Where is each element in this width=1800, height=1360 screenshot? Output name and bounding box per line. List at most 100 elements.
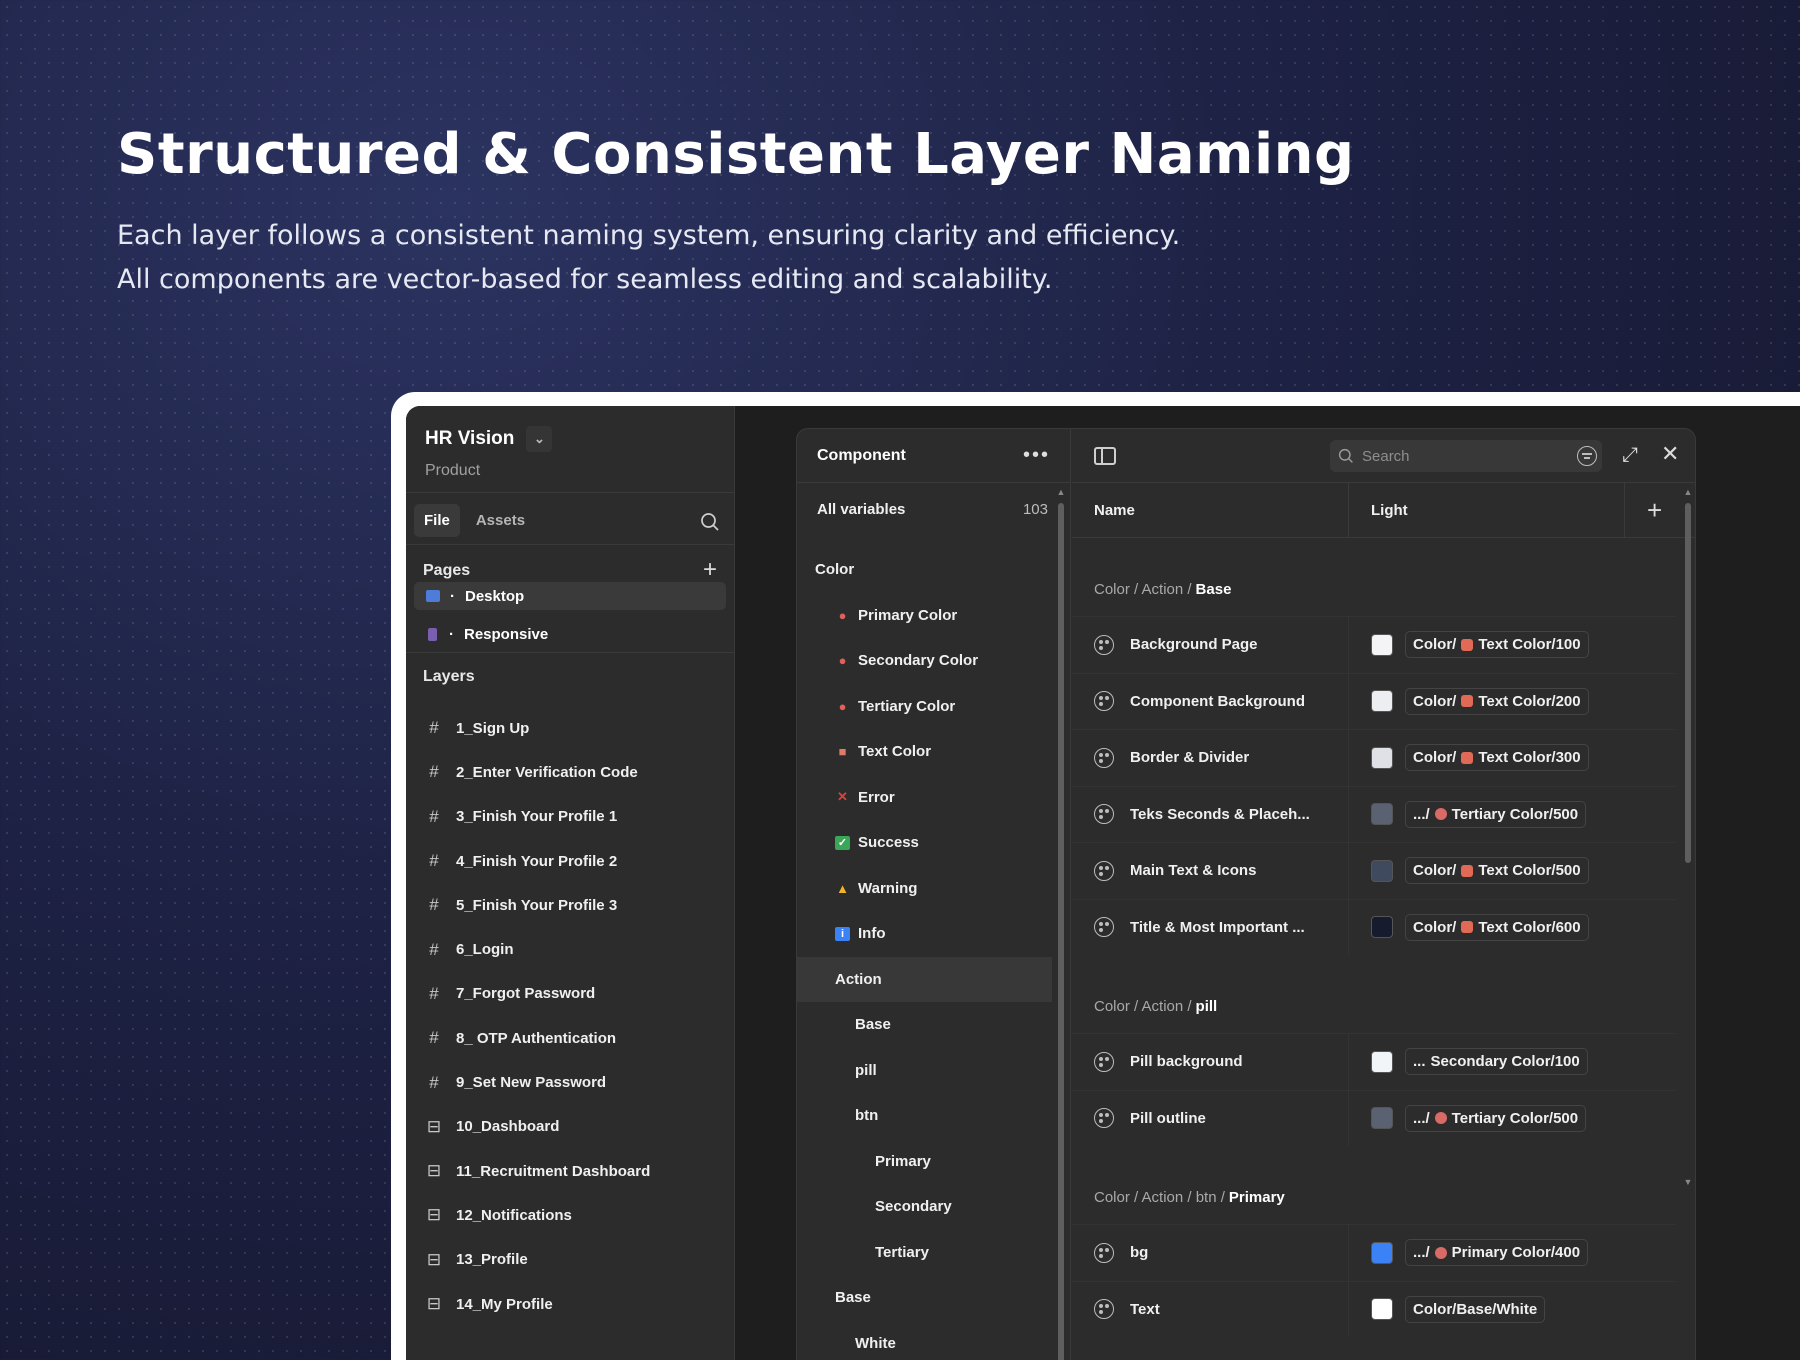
scrollbar-thumb[interactable]: [1685, 503, 1691, 863]
variable-row[interactable]: Pill outline .../ Tertiary Color/500: [1072, 1089, 1675, 1146]
chevron-down-icon[interactable]: ⌄: [526, 426, 553, 452]
close-icon[interactable]: ✕: [1661, 441, 1679, 467]
variable-name-cell[interactable]: Teks Seconds & Placeh...: [1094, 804, 1310, 825]
variable-group-item[interactable]: ▲ Warning: [797, 866, 1052, 912]
layer-item[interactable]: #8_ OTP Authentication: [406, 1016, 734, 1060]
variable-group-item[interactable]: Tertiary: [797, 1230, 1052, 1276]
variable-value-cell[interactable]: Color/ Text Color/300: [1371, 744, 1589, 772]
variable-group-item[interactable]: i Info: [797, 911, 1052, 957]
add-mode-icon[interactable]: +: [1647, 495, 1662, 526]
color-swatch[interactable]: [1371, 690, 1393, 713]
variable-value-cell[interactable]: .../ Primary Color/400: [1371, 1239, 1589, 1267]
variable-row[interactable]: Text Color/Base/White: [1072, 1280, 1675, 1337]
layer-item[interactable]: #5_Finish Your Profile 3: [406, 883, 734, 927]
alias-pill[interactable]: Color/ Text Color/500: [1405, 857, 1589, 885]
table-scrollbar[interactable]: ▲ ▼: [1683, 487, 1693, 1360]
color-swatch[interactable]: [1371, 1298, 1393, 1321]
variable-group-item[interactable]: Color: [797, 547, 1052, 593]
layer-item[interactable]: ⊟ 14_My Profile: [406, 1282, 734, 1326]
expand-icon[interactable]: ⤢: [1622, 444, 1638, 467]
variable-group-item[interactable]: Primary: [797, 1139, 1052, 1185]
alias-pill[interactable]: ... Secondary Color/100: [1405, 1048, 1588, 1076]
layer-item[interactable]: #1_Sign Up: [406, 706, 734, 750]
variable-group-item[interactable]: ✕ Error: [797, 775, 1052, 821]
variable-group-item[interactable]: White: [797, 1321, 1052, 1360]
layer-item[interactable]: ⊟ 13_Profile: [406, 1238, 734, 1282]
variable-row[interactable]: Component Background Color/ Text Color/20…: [1072, 672, 1675, 729]
variable-row[interactable]: Pill background ... Secondary Color/100: [1072, 1033, 1675, 1090]
alias-pill[interactable]: Color/Base/White: [1405, 1295, 1546, 1323]
layer-item[interactable]: ⊟ 12_Notifications: [406, 1193, 734, 1237]
variable-group-item[interactable]: ● Tertiary Color: [797, 684, 1052, 730]
color-swatch[interactable]: [1371, 1241, 1393, 1264]
variable-name-cell[interactable]: Pill outline: [1094, 1108, 1206, 1129]
layer-item[interactable]: ⊟ 11_Recruitment Dashboard: [406, 1149, 734, 1193]
layer-item[interactable]: ⊟ 10_Dashboard: [406, 1105, 734, 1149]
variable-row[interactable]: Title & Most Important ... Color/ Text Co…: [1072, 898, 1675, 955]
variable-value-cell[interactable]: ... Secondary Color/100: [1371, 1048, 1588, 1076]
page-item[interactable]: · Responsive: [414, 620, 726, 648]
filter-icon[interactable]: [1577, 446, 1597, 466]
layer-item[interactable]: #2_Enter Verification Code: [406, 750, 734, 794]
layer-item[interactable]: #9_Set New Password: [406, 1060, 734, 1104]
color-swatch[interactable]: [1371, 916, 1393, 939]
search-icon[interactable]: [700, 512, 720, 532]
groups-scrollbar[interactable]: ▲: [1056, 487, 1066, 1360]
scroll-down-icon[interactable]: ▼: [1683, 1177, 1693, 1187]
variable-name-cell[interactable]: Background Page: [1094, 634, 1258, 655]
variable-group-item[interactable]: pill: [797, 1048, 1052, 1094]
variable-value-cell[interactable]: Color/ Text Color/600: [1371, 913, 1589, 941]
all-variables-item[interactable]: All variables 103: [817, 501, 1048, 518]
variable-name-cell[interactable]: bg: [1094, 1242, 1148, 1263]
variable-name-cell[interactable]: Component Background: [1094, 691, 1305, 712]
variable-value-cell[interactable]: Color/ Text Color/500: [1371, 857, 1589, 885]
variable-group-item[interactable]: Secondary: [797, 1184, 1052, 1230]
variable-group-item[interactable]: Base: [797, 1275, 1052, 1321]
alias-pill[interactable]: .../ Tertiary Color/500: [1405, 1104, 1587, 1132]
color-swatch[interactable]: [1371, 1050, 1393, 1073]
variable-row[interactable]: Border & Divider Color/ Text Color/300: [1072, 729, 1675, 786]
variable-group-item[interactable]: btn: [797, 1093, 1052, 1139]
layer-item[interactable]: #6_Login: [406, 927, 734, 971]
alias-pill[interactable]: Color/ Text Color/600: [1405, 913, 1589, 941]
alias-pill[interactable]: Color/ Text Color/300: [1405, 744, 1589, 772]
color-swatch[interactable]: [1371, 746, 1393, 769]
add-page-icon[interactable]: +: [700, 558, 720, 582]
variables-search-input[interactable]: Search: [1330, 440, 1602, 472]
variable-row[interactable]: bg .../ Primary Color/400: [1072, 1224, 1675, 1281]
variable-name-cell[interactable]: Border & Divider: [1094, 747, 1249, 768]
variable-value-cell[interactable]: .../ Tertiary Color/500: [1371, 800, 1587, 828]
tab-assets[interactable]: Assets: [466, 504, 535, 537]
layer-item[interactable]: #3_Finish Your Profile 1: [406, 795, 734, 839]
column-mode-header[interactable]: Light: [1371, 502, 1408, 519]
color-swatch[interactable]: [1371, 803, 1393, 826]
variable-group-item[interactable]: ✓ Success: [797, 820, 1052, 866]
layer-item[interactable]: #4_Finish Your Profile 2: [406, 839, 734, 883]
more-options-icon[interactable]: •••: [1023, 444, 1050, 467]
variable-value-cell[interactable]: Color/ Text Color/100: [1371, 631, 1589, 659]
variable-group-item[interactable]: ■ Text Color: [797, 729, 1052, 775]
alias-pill[interactable]: Color/ Text Color/200: [1405, 687, 1589, 715]
variable-name-cell[interactable]: Title & Most Important ...: [1094, 917, 1305, 938]
variable-value-cell[interactable]: Color/ Text Color/200: [1371, 687, 1589, 715]
alias-pill[interactable]: .../ Tertiary Color/500: [1405, 800, 1587, 828]
scroll-up-icon[interactable]: ▲: [1683, 487, 1693, 497]
variable-name-cell[interactable]: Text: [1094, 1299, 1160, 1320]
variable-row[interactable]: Teks Seconds & Placeh... .../ Tertiary Co…: [1072, 785, 1675, 842]
variable-row[interactable]: Main Text & Icons Color/ Text Color/500: [1072, 842, 1675, 899]
variable-name-cell[interactable]: Pill background: [1094, 1051, 1243, 1072]
variable-group-item[interactable]: Action: [797, 956, 1052, 1002]
color-swatch[interactable]: [1371, 1107, 1393, 1130]
scroll-up-icon[interactable]: ▲: [1056, 487, 1066, 497]
collection-name[interactable]: Component: [817, 447, 906, 465]
layer-item[interactable]: #7_Forgot Password: [406, 972, 734, 1016]
variable-value-cell[interactable]: Color/Base/White: [1371, 1295, 1546, 1323]
alias-pill[interactable]: .../ Primary Color/400: [1405, 1239, 1589, 1267]
color-swatch[interactable]: [1371, 633, 1393, 656]
column-name-header[interactable]: Name: [1094, 502, 1135, 519]
variable-name-cell[interactable]: Main Text & Icons: [1094, 860, 1256, 881]
variable-row[interactable]: Background Page Color/ Text Color/100: [1072, 616, 1675, 673]
alias-pill[interactable]: Color/ Text Color/100: [1405, 631, 1589, 659]
variable-group-item[interactable]: ● Secondary Color: [797, 638, 1052, 684]
project-switcher[interactable]: HR Vision ⌄: [423, 420, 558, 458]
